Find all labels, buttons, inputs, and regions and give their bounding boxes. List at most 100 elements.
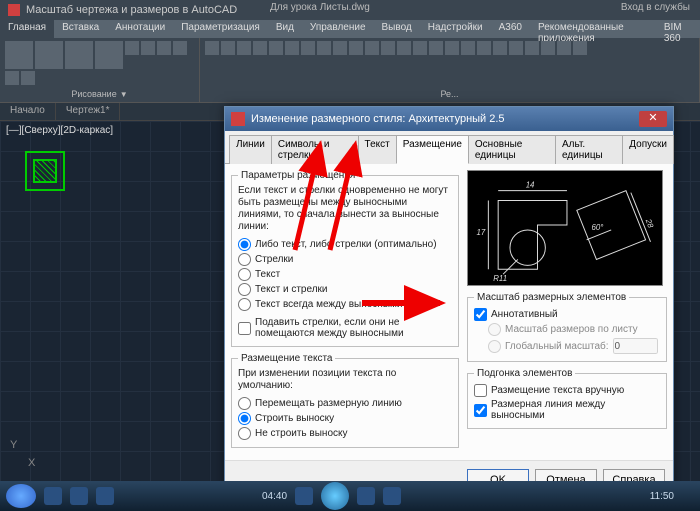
tool-icon[interactable] [221,41,235,55]
tool-icon[interactable] [477,41,491,55]
media-vol-icon[interactable] [383,487,401,505]
login-hint[interactable]: Вход в службы [621,2,690,13]
tool-icon[interactable] [5,71,19,85]
ribbon-tab-a360[interactable]: A360 [491,20,530,38]
opt-always-inside[interactable] [238,298,251,311]
arc-tool-icon[interactable] [95,41,123,69]
tool-icon[interactable] [493,41,507,55]
tool-icon[interactable] [285,41,299,55]
taskbar-app-icon[interactable] [96,487,114,505]
opt-global-scale [488,340,501,353]
tool-icon[interactable] [381,41,395,55]
tab-primary[interactable]: Основные единицы [468,135,556,164]
tool-icon[interactable] [525,41,539,55]
ribbon-tab-reco[interactable]: Рекомендованные приложения [530,20,656,38]
chk-suppress-arrows[interactable] [238,322,251,335]
tool-icon[interactable] [365,41,379,55]
taskbar-app-icon[interactable] [44,487,62,505]
line-tool-icon[interactable] [5,41,33,69]
tool-icon[interactable] [301,41,315,55]
tab-text[interactable]: Текст [358,135,397,164]
ribbon-tab-addins[interactable]: Надстройки [420,20,491,38]
start-button-icon[interactable] [6,484,36,508]
tab-fit[interactable]: Размещение [396,135,469,164]
polyline-tool-icon[interactable] [35,41,63,69]
tool-icon[interactable] [157,41,171,55]
tool-icon[interactable] [573,41,587,55]
tool-icon[interactable] [413,41,427,55]
drawing-object[interactable] [25,151,65,191]
fine-tuning-group: Подгонка элементов Размещение текста вру… [467,368,667,429]
tool-icon[interactable] [173,41,187,55]
tool-icon[interactable] [125,41,139,55]
ribbon-tab-bim[interactable]: BIM 360 [656,20,700,38]
tab-tol[interactable]: Допуски [622,135,674,164]
tool-icon[interactable] [397,41,411,55]
dialog-title: Изменение размерного стиля: Архитектурны… [251,113,505,125]
tab-alt[interactable]: Альт. единицы [555,135,623,164]
opt-move-dimline[interactable] [238,397,251,410]
tab-symbols[interactable]: Символы и стрелки [271,135,359,164]
tool-icon[interactable] [269,41,283,55]
text-placement-legend: Размещение текста [238,353,335,364]
tab-lines[interactable]: Линии [229,135,272,164]
tool-icon[interactable] [557,41,571,55]
media-prev-icon[interactable] [295,487,313,505]
opt-no-leader[interactable] [238,427,251,440]
media-play-icon[interactable] [321,482,349,510]
dialog-titlebar[interactable]: Изменение размерного стиля: Архитектурны… [225,107,673,131]
tool-icon[interactable] [541,41,555,55]
circle-tool-icon[interactable] [65,41,93,69]
tool-icon[interactable] [237,41,251,55]
svg-text:R11: R11 [493,274,507,283]
ribbon-tab-home[interactable]: Главная [0,20,54,38]
panel-draw-label[interactable]: Рисование [71,89,116,99]
chevron-down-icon[interactable]: ▼ [120,90,128,99]
tool-icon[interactable] [141,41,155,55]
ribbon-tab-annotate[interactable]: Аннотации [107,20,173,38]
tool-icon[interactable] [509,41,523,55]
app-icon [8,4,20,16]
ribbon-tab-output[interactable]: Вывод [374,20,420,38]
ribbon-tab-view[interactable]: Вид [268,20,302,38]
opt-best-fit[interactable] [238,238,251,251]
svg-text:17: 17 [477,228,486,237]
tool-icon[interactable] [333,41,347,55]
tool-icon[interactable] [429,41,443,55]
tool-icon[interactable] [445,41,459,55]
ribbon-tab-insert[interactable]: Вставка [54,20,107,38]
ribbon-tabs: Главная Вставка Аннотации Параметризация… [0,20,700,38]
close-button[interactable]: ✕ [639,111,667,127]
panel-edit-label[interactable]: Ре... [440,89,458,99]
opt-text[interactable] [238,268,251,281]
dialog-icon [231,112,245,126]
chk-manual-text[interactable] [474,384,487,397]
opt-build-leader[interactable] [238,412,251,425]
doc-tab-start[interactable]: Начало [0,103,56,120]
chk-dimline-between[interactable] [474,404,487,417]
media-next-icon[interactable] [357,487,375,505]
ribbon-tab-param[interactable]: Параметризация [173,20,268,38]
chk-annotative[interactable] [474,308,487,321]
axis-y-label: Y [10,439,17,451]
tool-icon[interactable] [349,41,363,55]
opt-arrows[interactable] [238,253,251,266]
view-label[interactable]: [—][Сверху][2D-каркас] [6,125,113,136]
tool-icon[interactable] [253,41,267,55]
axis-x-label: X [28,457,35,469]
opt-layout-scale [488,323,501,336]
global-scale-input [613,338,658,354]
ribbon-tab-manage[interactable]: Управление [302,20,374,38]
taskbar-app-icon[interactable] [70,487,88,505]
system-clock[interactable]: 11:50 [650,491,674,502]
tool-icon[interactable] [205,41,219,55]
os-taskbar[interactable]: 04:40 11:50 [0,481,700,511]
fit-options-legend: Параметры размещения [238,170,358,181]
dialog-tabs: Линии Символы и стрелки Текст Размещение… [225,131,673,164]
textpl-desc: При изменении позиции текста по умолчани… [238,368,452,392]
tool-icon[interactable] [317,41,331,55]
tool-icon[interactable] [461,41,475,55]
doc-tab-drawing1[interactable]: Чертеж1* [56,103,121,120]
tool-icon[interactable] [21,71,35,85]
opt-both[interactable] [238,283,251,296]
